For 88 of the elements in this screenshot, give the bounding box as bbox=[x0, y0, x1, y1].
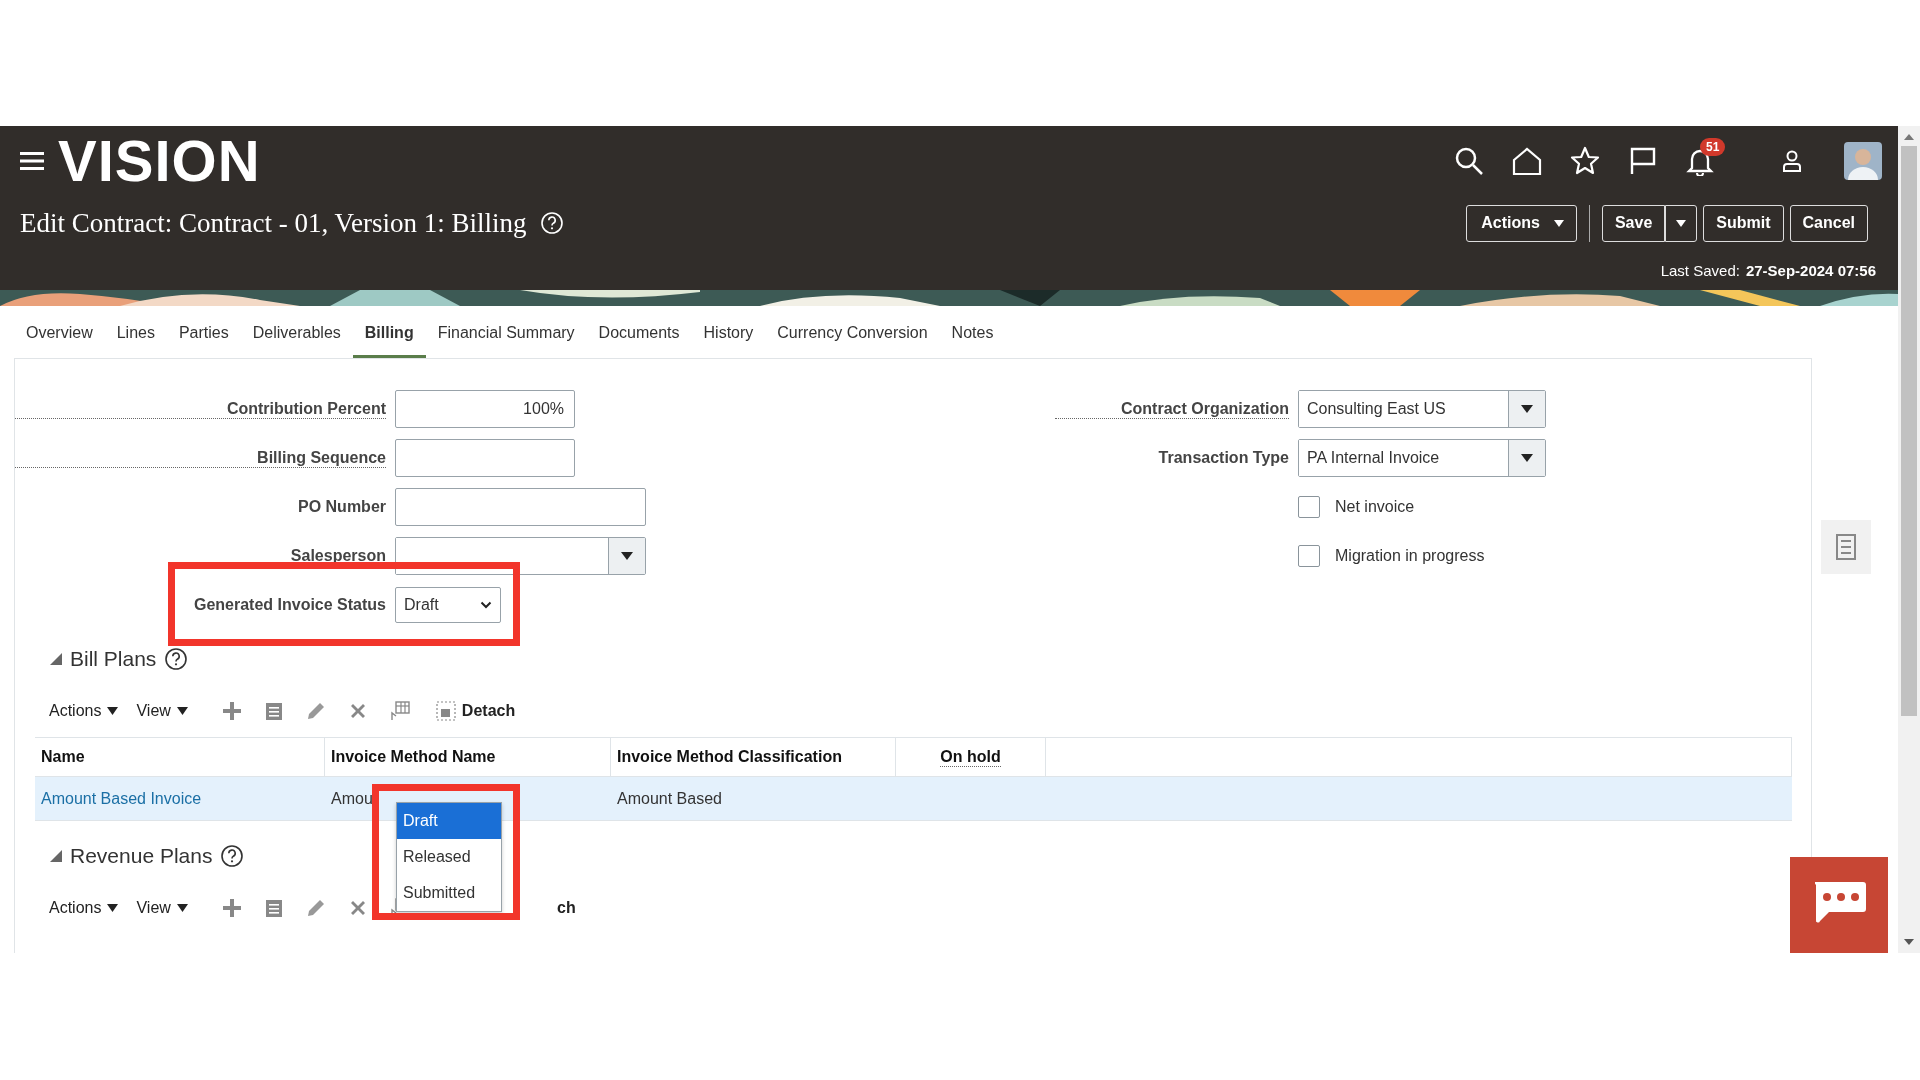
text-field[interactable]: 100% bbox=[395, 390, 575, 428]
toolbar-menu[interactable]: Actions bbox=[49, 899, 119, 917]
caret-icon bbox=[1553, 219, 1564, 227]
list-icon[interactable] bbox=[263, 898, 284, 918]
header-button[interactable]: Submit bbox=[1703, 204, 1784, 242]
caret-icon bbox=[1521, 405, 1533, 413]
checkbox-label: Migration in progress bbox=[1335, 547, 1485, 565]
field-label: Billing Sequence bbox=[15, 448, 386, 468]
edit-icon[interactable] bbox=[305, 898, 326, 918]
edit-icon[interactable] bbox=[305, 701, 326, 721]
field-label: Contract Organization bbox=[1055, 399, 1289, 419]
dropdown-option[interactable]: Draft bbox=[397, 803, 501, 839]
section-title: Revenue Plans bbox=[70, 844, 213, 868]
table-cell: Amou bbox=[331, 789, 373, 808]
detach-button[interactable]: Detach bbox=[435, 701, 516, 721]
logo[interactable]: VISION bbox=[58, 132, 261, 190]
field-label: Salesperson bbox=[289, 547, 386, 565]
caret-icon bbox=[621, 552, 633, 560]
caret-icon bbox=[176, 904, 188, 912]
lookup-field[interactable]: PA Internal Invoice bbox=[1298, 439, 1546, 477]
detach-icon bbox=[435, 701, 456, 721]
collapse-icon[interactable] bbox=[50, 653, 62, 665]
tab[interactable]: Parties bbox=[166, 306, 241, 358]
field-label: PO Number bbox=[297, 498, 386, 516]
menu-icon[interactable] bbox=[20, 151, 44, 171]
tab[interactable]: Deliverables bbox=[240, 306, 353, 358]
add-icon[interactable] bbox=[221, 701, 242, 721]
document-icon[interactable] bbox=[1821, 520, 1871, 574]
toolbar-menu[interactable]: View bbox=[136, 899, 188, 917]
help-icon[interactable] bbox=[220, 844, 245, 868]
checkbox[interactable] bbox=[1298, 496, 1320, 518]
column-header[interactable]: Name bbox=[41, 748, 85, 766]
tab[interactable]: Billing bbox=[352, 306, 426, 358]
text-field[interactable] bbox=[395, 439, 575, 477]
flag-icon[interactable] bbox=[1628, 146, 1658, 176]
toolbar-menu[interactable]: Actions bbox=[49, 702, 119, 720]
tab[interactable]: Lines bbox=[104, 306, 167, 358]
tab[interactable]: History bbox=[691, 306, 766, 358]
chat-button[interactable] bbox=[1790, 857, 1888, 953]
dropdown-option[interactable]: Released bbox=[397, 839, 501, 875]
search-icon[interactable] bbox=[1454, 146, 1484, 176]
header-button[interactable]: Cancel bbox=[1789, 204, 1868, 242]
checkbox[interactable] bbox=[1298, 545, 1320, 567]
text-field[interactable] bbox=[395, 488, 646, 526]
status-select[interactable]: Draft bbox=[395, 587, 501, 623]
tab[interactable]: Documents bbox=[586, 306, 692, 358]
caret-icon bbox=[107, 904, 119, 912]
save-button[interactable]: Save bbox=[1601, 204, 1666, 242]
page-title: Edit Contract: Contract - 01, Version 1: Billing bbox=[20, 207, 527, 239]
column-header[interactable]: On hold bbox=[940, 747, 1001, 767]
field-label: Generated Invoice Status bbox=[192, 596, 386, 614]
detach-text[interactable]: ch bbox=[557, 899, 576, 917]
scroll-up-icon[interactable] bbox=[1904, 134, 1914, 140]
add-icon[interactable] bbox=[221, 898, 242, 918]
notification-count: 51 bbox=[1700, 138, 1726, 156]
last-saved-label: Last Saved: bbox=[1660, 261, 1740, 279]
caret-icon bbox=[107, 707, 119, 715]
home-icon[interactable] bbox=[1512, 146, 1542, 176]
star-icon[interactable] bbox=[1570, 146, 1600, 176]
caret-icon bbox=[176, 707, 188, 715]
checkbox-label: Net invoice bbox=[1335, 498, 1415, 516]
help-icon[interactable] bbox=[164, 647, 189, 671]
field-label: Contribution Percent bbox=[15, 399, 386, 419]
scroll-down-icon[interactable] bbox=[1904, 939, 1914, 945]
save-menu-button[interactable] bbox=[1665, 204, 1698, 242]
table-icon[interactable] bbox=[389, 701, 410, 721]
actions-menu-button[interactable]: Actions bbox=[1466, 204, 1577, 242]
lookup-field[interactable]: Consulting East US bbox=[1298, 390, 1546, 428]
tab[interactable]: Notes bbox=[939, 306, 1006, 358]
name-link[interactable]: Amount Based Invoice bbox=[41, 789, 202, 808]
caret-icon bbox=[1676, 219, 1687, 227]
tab[interactable]: Overview bbox=[14, 306, 105, 358]
column-header[interactable]: Invoice Method Name bbox=[331, 748, 496, 766]
table-cell: Amount Based bbox=[617, 789, 722, 808]
dropdown-option[interactable]: Submitted bbox=[397, 875, 501, 911]
caret-icon bbox=[1521, 454, 1533, 462]
field-label: Transaction Type bbox=[1157, 449, 1289, 467]
section-title: Bill Plans bbox=[70, 647, 157, 671]
tab[interactable]: Currency Conversion bbox=[765, 306, 940, 358]
tab[interactable]: Financial Summary bbox=[425, 306, 587, 358]
user-icon[interactable] bbox=[1782, 150, 1802, 172]
column-header[interactable]: Invoice Method Classification bbox=[617, 748, 842, 766]
scrollbar[interactable] bbox=[1898, 126, 1920, 953]
toolbar-menu[interactable]: View bbox=[136, 702, 188, 720]
list-icon[interactable] bbox=[263, 701, 284, 721]
chevron-icon bbox=[480, 601, 492, 609]
collapse-icon[interactable] bbox=[50, 850, 62, 862]
last-saved-time: 27-Sep-2024 07:56 bbox=[1745, 261, 1876, 279]
